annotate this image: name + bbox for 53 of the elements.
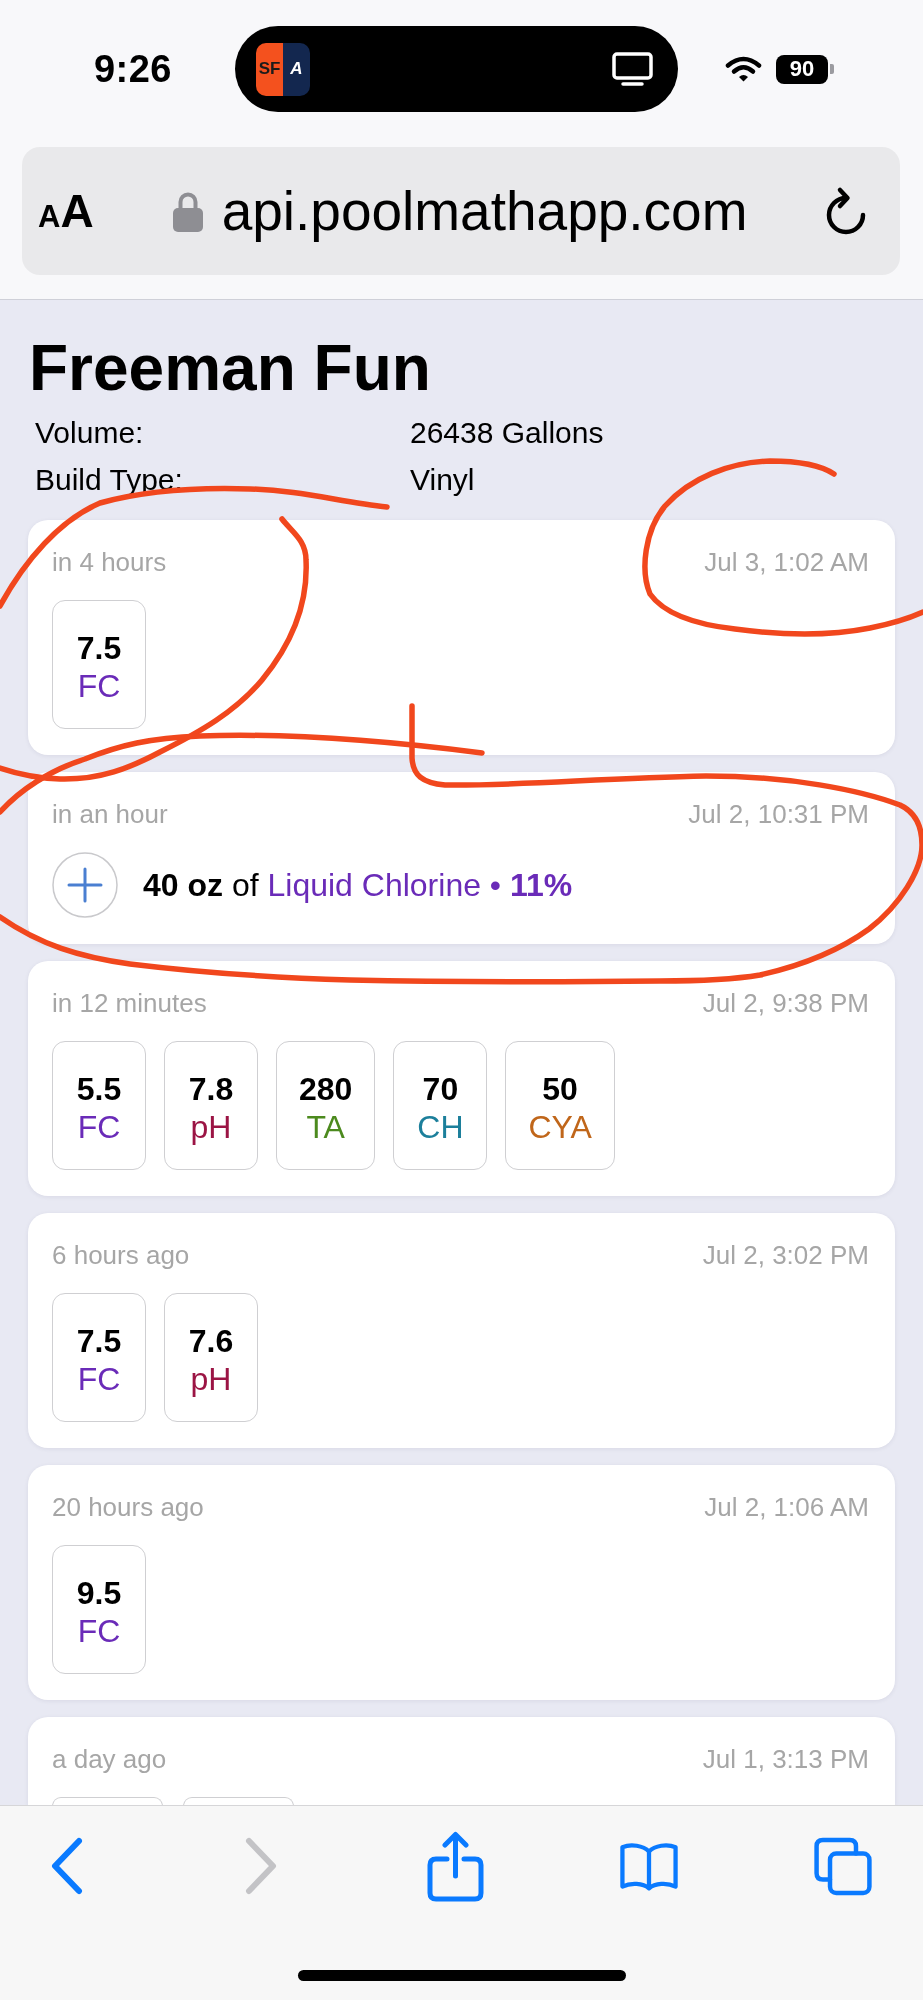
reading-parameter: CYA bbox=[528, 1107, 592, 1146]
reading-value: 7.5 bbox=[76, 1321, 122, 1360]
reading-value: 70 bbox=[422, 1069, 459, 1108]
reading-parameter: FC bbox=[77, 1359, 121, 1398]
reading-value: 50 bbox=[542, 1069, 578, 1108]
log-entry-card[interactable]: 20 hours ago Jul 2, 1:06 AM 9.5 FC bbox=[28, 1465, 895, 1700]
url-text: api.poolmathapp.com bbox=[221, 179, 748, 243]
addition-text: 40 oz of Liquid Chlorine • 11% bbox=[143, 866, 573, 904]
relative-time: in 12 minutes bbox=[52, 988, 207, 1018]
relative-time: 6 hours ago bbox=[52, 1240, 190, 1270]
share-icon[interactable] bbox=[426, 1830, 484, 1902]
entry-date: Jul 2, 9:38 PM bbox=[702, 988, 869, 1018]
relative-time: a day ago bbox=[52, 1744, 167, 1774]
relative-time: 20 hours ago bbox=[52, 1492, 204, 1522]
reading-parameter: TA bbox=[306, 1107, 345, 1146]
back-icon[interactable] bbox=[50, 1837, 84, 1895]
reading-parameter: pH bbox=[190, 1359, 232, 1398]
detail-label: Volume: bbox=[35, 415, 145, 451]
tv-icon bbox=[612, 51, 653, 87]
entry-date: Jul 1, 3:13 PM bbox=[702, 1744, 869, 1774]
reading-value: 280 bbox=[299, 1069, 353, 1108]
reading-parameter: FC bbox=[77, 666, 121, 705]
relative-time: in an hour bbox=[52, 799, 168, 829]
entry-date: Jul 2, 10:31 PM bbox=[688, 799, 869, 829]
reading-parameter: FC bbox=[77, 1611, 121, 1650]
reading-parameter: FC bbox=[77, 1107, 121, 1146]
wifi-icon bbox=[725, 56, 762, 82]
detail-value: 26438 Gallons bbox=[410, 415, 605, 451]
reading-value: 7.6 bbox=[188, 1321, 234, 1360]
reading-parameter: pH bbox=[190, 1107, 232, 1146]
battery-indicator: 90 bbox=[776, 54, 834, 84]
reading-value: 7.8 bbox=[188, 1069, 234, 1108]
detail-value: Vinyl bbox=[410, 462, 476, 498]
pool-name: Freeman Fun bbox=[29, 333, 432, 403]
team-logo: A bbox=[283, 42, 310, 96]
reading-value: 7.5 bbox=[76, 628, 122, 667]
entry-date: Jul 3, 1:02 AM bbox=[704, 547, 869, 577]
reading-value: 5.5 bbox=[76, 1069, 122, 1108]
lock-icon bbox=[172, 190, 203, 232]
log-entry-card[interactable]: 6 hours ago Jul 2, 3:02 PM 7.5 FC 7.6 pH bbox=[28, 1213, 895, 1448]
log-entry-card[interactable]: in an hour Jul 2, 10:31 PM 40 oz of Liquid Chlorine • 11% bbox=[28, 772, 895, 944]
plus-circle-icon bbox=[52, 852, 118, 918]
entry-date: Jul 2, 1:06 AM bbox=[704, 1492, 869, 1522]
team-logo: SF bbox=[256, 42, 283, 96]
log-entry-card[interactable]: in 12 minutes Jul 2, 9:38 PM 5.5 FC 7.8 pH 280 TA 70 CH 50 CYA bbox=[28, 961, 895, 1196]
reading-parameter: CH bbox=[417, 1107, 464, 1146]
status-time: 9:26 bbox=[93, 47, 172, 91]
entry-date: Jul 2, 3:02 PM bbox=[702, 1240, 869, 1270]
text-size-button[interactable]: AA bbox=[38, 184, 94, 238]
reading-value: 9.5 bbox=[76, 1573, 122, 1612]
relative-time: in 4 hours bbox=[52, 547, 167, 577]
address-bar[interactable]: AA api.poolmathapp.com bbox=[22, 147, 900, 275]
log-entry-card[interactable]: in 4 hours Jul 3, 1:02 AM 7.5 FC bbox=[28, 520, 895, 755]
